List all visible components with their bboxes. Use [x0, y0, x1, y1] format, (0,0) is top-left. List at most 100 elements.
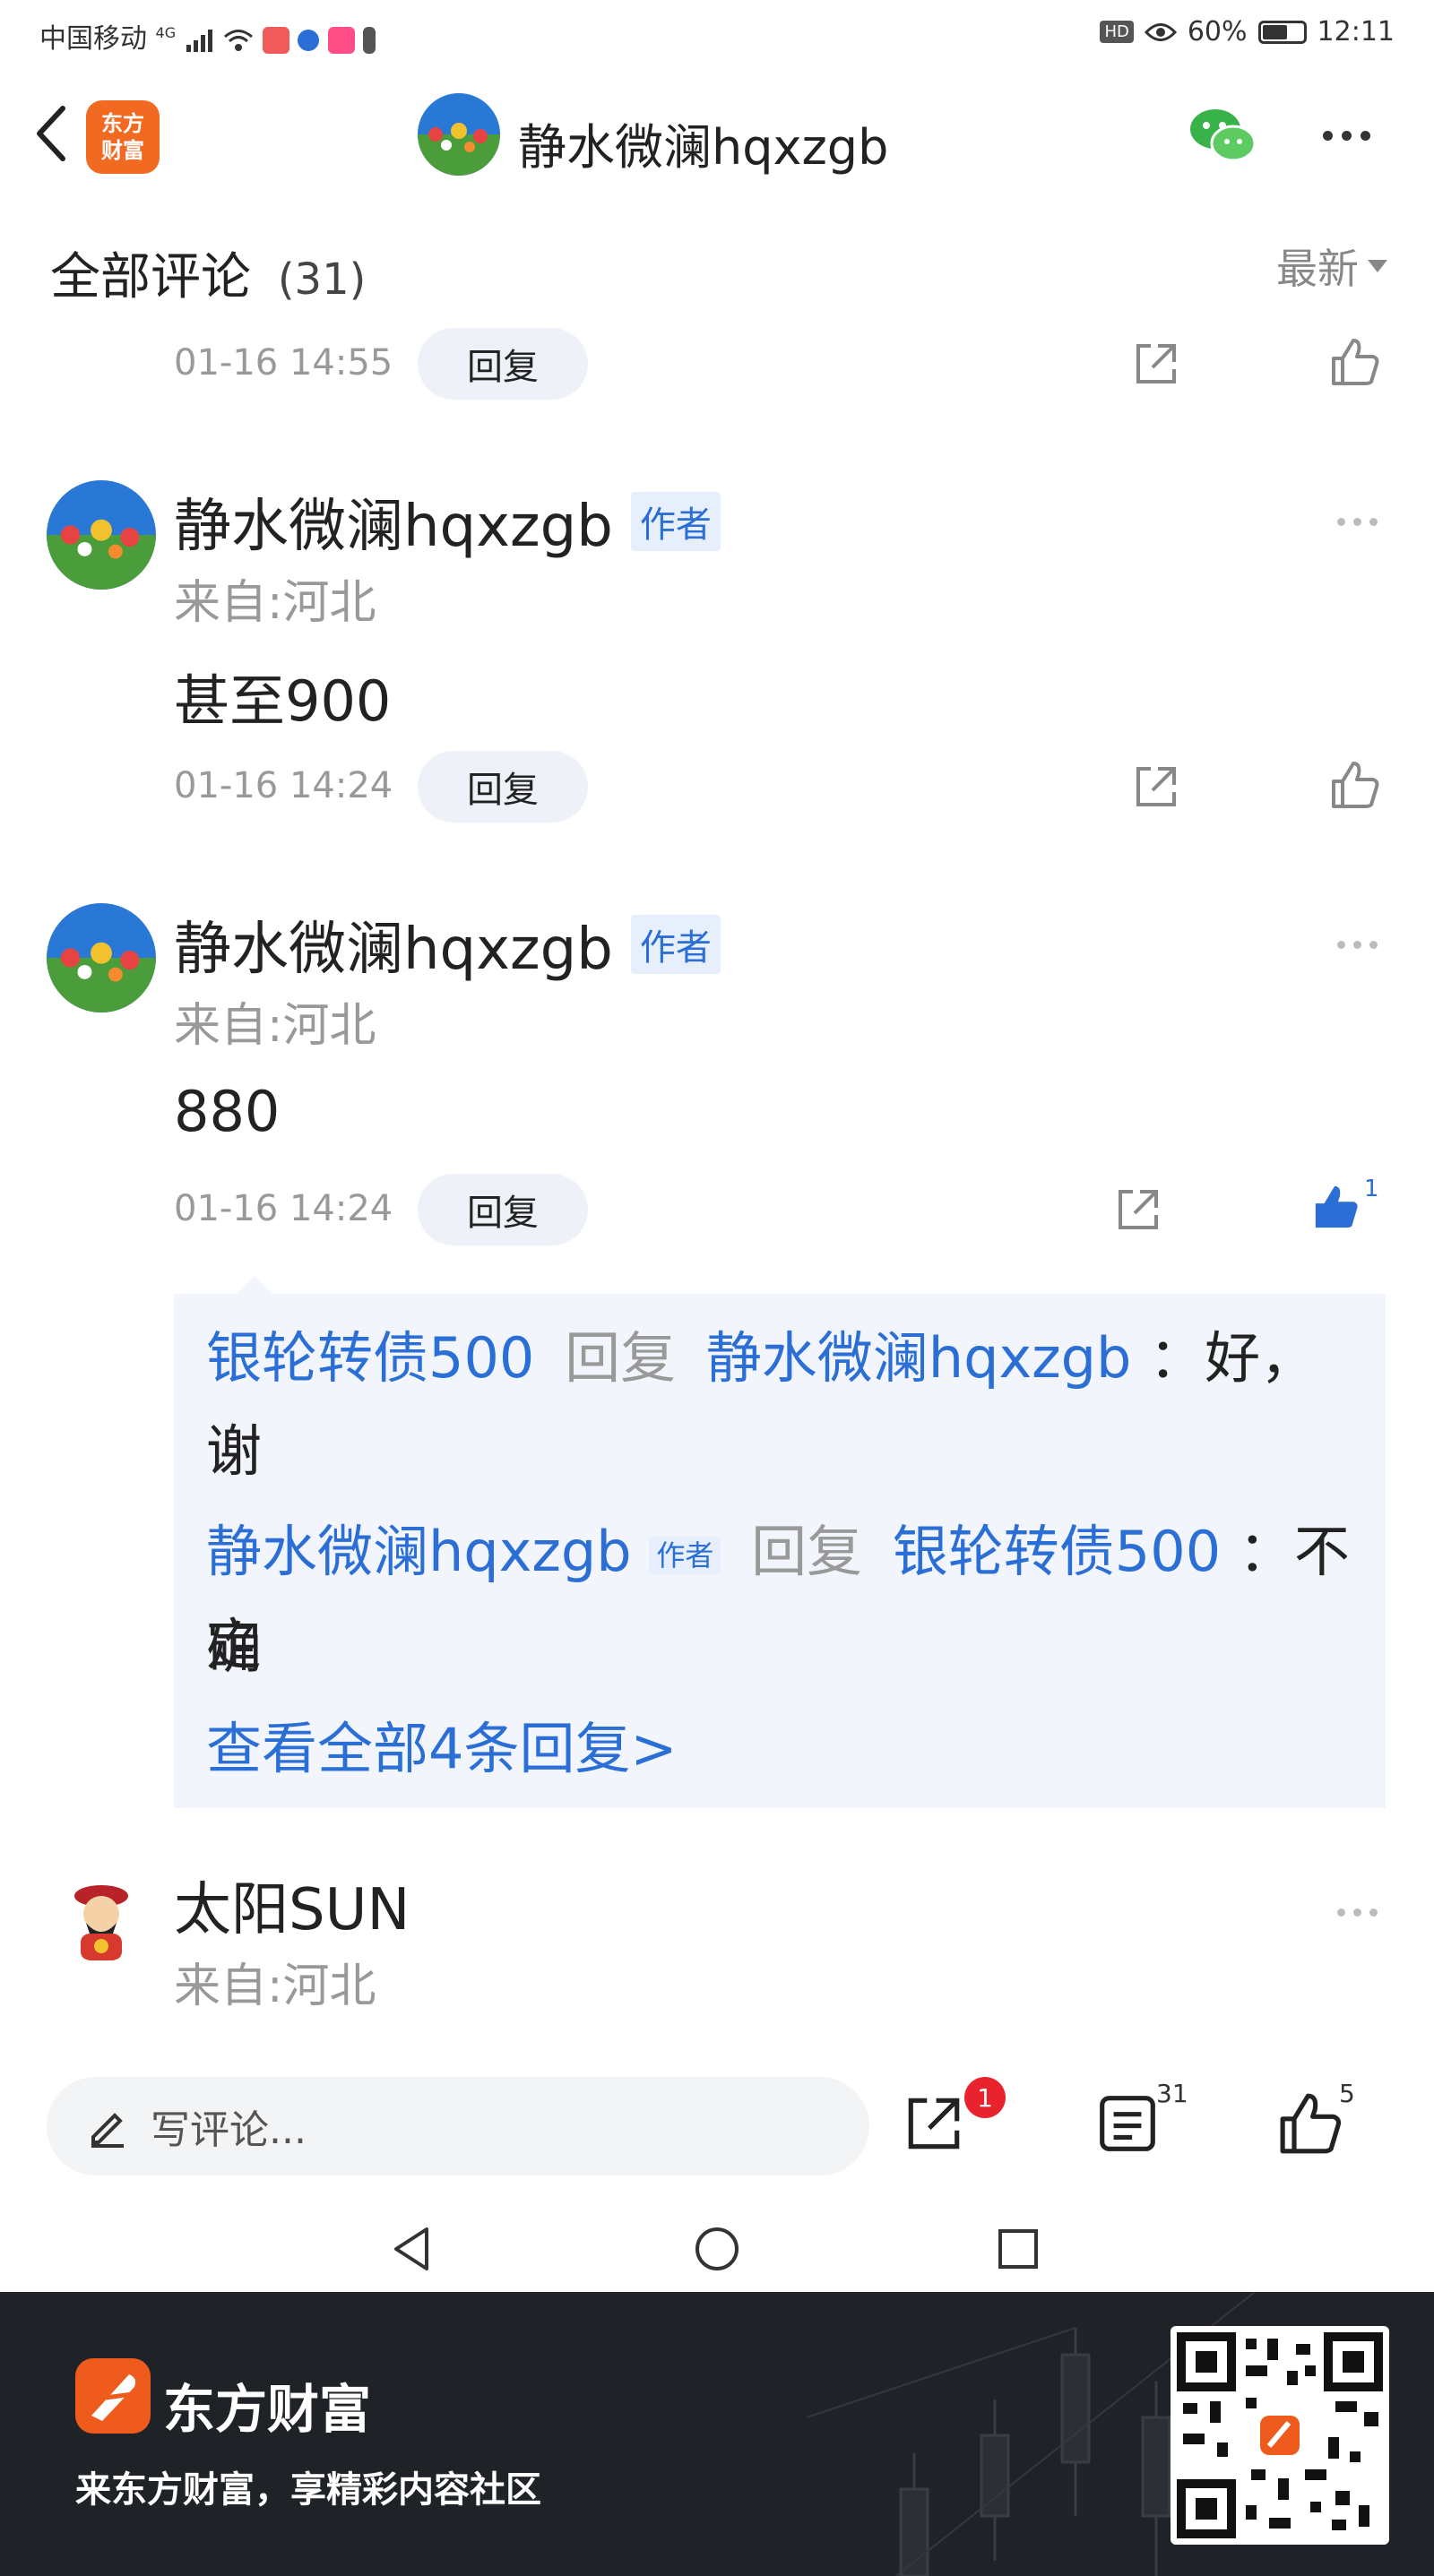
more-dot [1353, 518, 1361, 526]
share-icon[interactable] [1131, 762, 1181, 812]
author-name: 太阳SUN [174, 1877, 410, 1943]
reply-text-continued: 定 [206, 1612, 263, 1677]
carrier-name: 中国移动 [39, 23, 147, 55]
avatar[interactable] [59, 1878, 143, 1962]
share-button[interactable]: 1 [902, 2077, 1009, 2167]
comment-time: 01-16 14:55 [174, 342, 393, 383]
like-icon[interactable] [1330, 760, 1380, 810]
comment-time: 01-16 14:24 [174, 765, 393, 806]
liked-button[interactable]: 1 [1312, 1176, 1384, 1238]
brand-name: 东方财富 [163, 2379, 372, 2440]
more-dot [1337, 518, 1345, 526]
like-count: 5 [1339, 2079, 1355, 2108]
reply-target[interactable]: 银轮转债500 [893, 1519, 1221, 1584]
like-icon[interactable] [1330, 337, 1380, 387]
view-all-replies-link[interactable]: 查看全部4条回复> [206, 1702, 1362, 1796]
reply-user[interactable]: 银轮转债500 [206, 1325, 534, 1391]
more-dot [1369, 941, 1378, 949]
hd-icon: HD [1100, 21, 1134, 43]
author-name: 静水微澜hqxzgb [174, 494, 613, 560]
app-notification-icon [262, 26, 289, 54]
wechat-share-button[interactable] [1188, 106, 1257, 163]
comment-author[interactable]: 太阳SUN [174, 1864, 410, 1946]
comment-author[interactable]: 静水微澜hqxzgb 作者 [174, 903, 721, 986]
like-icon [1280, 2093, 1342, 2154]
clock: 12:11 [1317, 16, 1395, 47]
comment-location: 来自:河北 [174, 576, 376, 630]
brand-logo [75, 2358, 151, 2434]
battery-percent: 60% [1187, 16, 1248, 47]
reply-user[interactable]: 静水微澜hqxzgb [206, 1519, 632, 1584]
comment-more-button[interactable] [1337, 1908, 1378, 1917]
comment-input-placeholder: 写评论... [151, 2107, 307, 2153]
reply-word: 回复 [565, 1325, 677, 1391]
reply-word: 回复 [751, 1519, 863, 1584]
like-post-button[interactable]: 5 [1278, 2077, 1386, 2167]
eye-icon [1144, 22, 1177, 41]
top-nav: 东方财富 静水微澜hqxzgb [0, 66, 1434, 201]
like-filled-icon [1315, 1185, 1358, 1228]
nav-recents-icon[interactable] [997, 2227, 1040, 2270]
reply-text-continued: 谢 [206, 1418, 263, 1484]
like-count: 1 [1364, 1176, 1379, 1202]
app-logo[interactable]: 东方财富 [86, 100, 160, 174]
caret-down-icon [1368, 260, 1387, 272]
page-title: 静水微澜hqxzgb [518, 119, 889, 176]
wifi-icon [224, 29, 254, 51]
avatar[interactable] [47, 480, 156, 590]
pencil-icon [91, 2113, 124, 2148]
app-logo-text: 东方财富 [101, 111, 144, 163]
comment-text: 甚至900 [174, 668, 392, 734]
comment-count: 31 [1156, 2079, 1188, 2108]
more-dot [1353, 1908, 1361, 1917]
share-icon[interactable] [1113, 1185, 1163, 1235]
comment-more-button[interactable] [1337, 518, 1378, 526]
more-dot [1323, 131, 1333, 141]
reply-button[interactable]: 回复 [418, 1174, 588, 1245]
comment-more-button[interactable] [1337, 941, 1378, 949]
footer-banner: 东方财富 来东方财富，享精彩内容社区 [0, 2292, 1434, 2576]
alert-icon [363, 26, 376, 54]
sort-label: 最新 [1276, 245, 1359, 293]
carrier-label: 中国移动 4G [39, 16, 376, 56]
comment-input[interactable]: 写评论... [47, 2077, 869, 2175]
comment-list-icon [1100, 2096, 1155, 2151]
signal-icon [186, 29, 212, 52]
author-name: 静水微澜hqxzgb [174, 917, 613, 983]
comments-header: 全部评论 (31) [50, 237, 366, 309]
flower-field-avatar-icon [47, 903, 156, 1012]
comments-count: (31) [277, 254, 367, 305]
share-icon[interactable] [1131, 339, 1181, 389]
brand-logo-icon [91, 2374, 136, 2421]
battery-icon [1257, 20, 1307, 44]
comments-button[interactable]: 31 [1095, 2077, 1203, 2167]
header-avatar[interactable] [418, 93, 500, 176]
status-right: HD 60% 12:11 [1100, 16, 1395, 47]
comment-text: 880 [174, 1079, 281, 1144]
network-type: 4G [155, 24, 177, 41]
nav-back-icon[interactable] [391, 2226, 434, 2272]
reply-button[interactable]: 回复 [418, 751, 588, 823]
comment-author[interactable]: 静水微澜hqxzgb 作者 [174, 480, 721, 563]
qr-code[interactable] [1171, 2326, 1389, 2545]
app-notification-icon [298, 29, 320, 51]
nav-home-icon[interactable] [694, 2226, 740, 2272]
back-arrow-icon [37, 106, 65, 161]
reply-target[interactable]: 静水微澜hqxzgb [706, 1325, 1132, 1391]
reply-button[interactable]: 回复 [418, 328, 588, 400]
flower-field-avatar-icon [418, 93, 500, 176]
author-badge: 作者 [649, 1536, 721, 1574]
avatar[interactable] [47, 903, 156, 1012]
share-icon [908, 2098, 960, 2150]
more-dot [1342, 131, 1352, 141]
back-button[interactable] [23, 102, 77, 165]
more-dot [1337, 941, 1345, 949]
more-options-button[interactable] [1323, 131, 1370, 141]
author-badge: 作者 [630, 915, 721, 974]
flower-field-avatar-icon [47, 480, 156, 590]
comment-time: 01-16 14:24 [174, 1188, 393, 1229]
sort-dropdown[interactable]: 最新 [1276, 237, 1387, 296]
notification-badge: 1 [964, 2077, 1006, 2118]
more-dot [1361, 131, 1370, 141]
brand-slogan: 来东方财富，享精彩内容社区 [75, 2469, 541, 2511]
